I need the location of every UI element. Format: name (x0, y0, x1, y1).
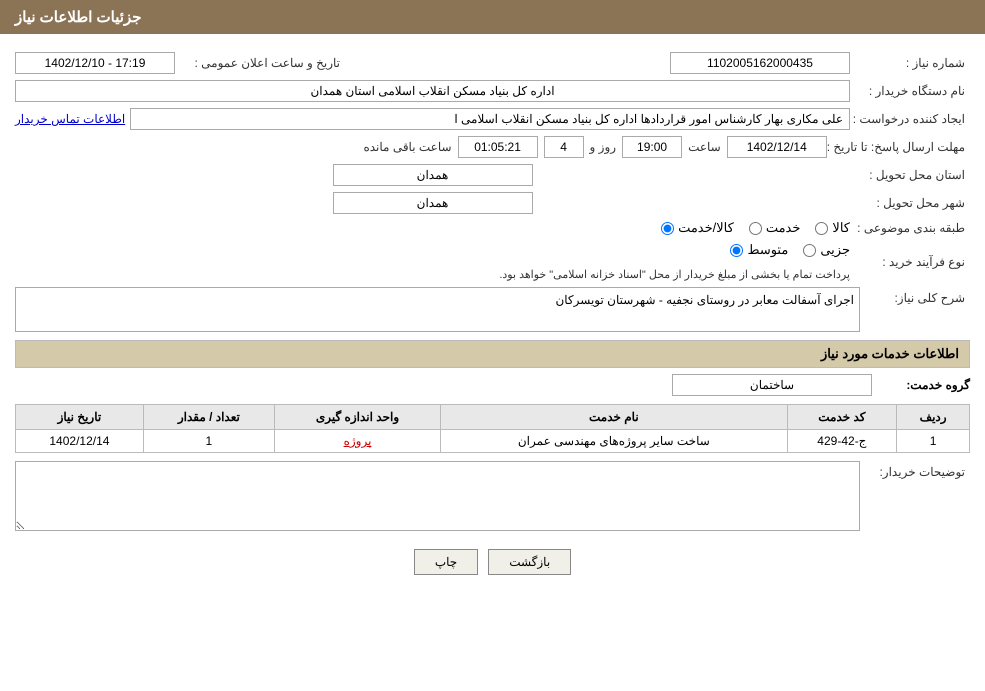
unit-cell: پروژه (274, 430, 440, 453)
category-service-radio[interactable] (749, 222, 762, 235)
page-header: جزئیات اطلاعات نیاز (0, 0, 985, 34)
creator-input[interactable] (130, 108, 850, 130)
need-date-cell: 1402/12/14 (16, 430, 144, 453)
date-input[interactable] (727, 136, 827, 158)
page-title: جزئیات اطلاعات نیاز (15, 9, 142, 26)
action-buttons: بازگشت چاپ (15, 549, 970, 575)
category-label: طبقه بندی موضوعی : (850, 221, 970, 235)
col-service-code: کد خدمت (787, 405, 897, 430)
category-goods-label: کالا (832, 220, 850, 236)
send-deadline-label: مهلت ارسال پاسخ: تا تاریخ : (827, 140, 970, 154)
group-service-input[interactable] (672, 374, 872, 396)
table-row: 1ج-42-429ساخت سایر پروژه‌های مهندسی عمرا… (16, 430, 970, 453)
col-unit: واحد اندازه گیری (274, 405, 440, 430)
services-section-header: اطلاعات خدمات مورد نیاز (15, 340, 970, 368)
category-goods-service-label: کالا/خدمت (678, 220, 734, 236)
category-service-option[interactable]: خدمت (749, 220, 801, 236)
buyer-desc-label: توضیحات خریدار: (860, 465, 970, 479)
purchase-type-label: نوع فرآیند خرید : (850, 255, 970, 269)
back-button[interactable]: بازگشت (488, 549, 571, 575)
purchase-partial-label: جزیی (820, 242, 850, 258)
need-desc-box[interactable]: اجرای آسفالت معابر در روستای نجفیه - شهر… (15, 287, 860, 332)
buyer-org-label: نام دستگاه خریدار : (850, 84, 970, 98)
print-button[interactable]: چاپ (414, 549, 478, 575)
col-row-num: ردیف (897, 405, 970, 430)
category-goods-service-option[interactable]: کالا/خدمت (661, 220, 734, 236)
days-input[interactable] (544, 136, 584, 158)
city-input[interactable] (333, 192, 533, 214)
province-input[interactable] (333, 164, 533, 186)
purchase-medium-radio[interactable] (730, 244, 743, 257)
announcement-label: تاریخ و ساعت اعلان عمومی : (175, 56, 345, 70)
need-desc-label: شرح کلی نیاز: (860, 291, 970, 305)
category-goods-radio[interactable] (815, 222, 828, 235)
remaining-input[interactable] (458, 136, 538, 158)
days-label: روز و (590, 140, 617, 154)
purchase-medium-label: متوسط (747, 242, 788, 258)
row-num-cell: 1 (897, 430, 970, 453)
col-need-date: تاریخ نیاز (16, 405, 144, 430)
purchase-partial-option[interactable]: جزیی (803, 242, 850, 258)
creator-label: ایجاد کننده درخواست : (850, 112, 970, 126)
purchase-partial-radio[interactable] (803, 244, 816, 257)
announcement-input[interactable] (15, 52, 175, 74)
purchase-note: پرداخت تمام یا بخشی از مبلغ خریدار از مح… (499, 268, 850, 281)
service-name-cell: ساخت سایر پروژه‌های مهندسی عمران (441, 430, 787, 453)
city-label: شهر محل تحویل : (850, 196, 970, 210)
services-table: ردیف کد خدمت نام خدمت واحد اندازه گیری ت… (15, 404, 970, 453)
category-service-label: خدمت (766, 220, 801, 236)
service-code-cell: ج-42-429 (787, 430, 897, 453)
category-goods-service-radio[interactable] (661, 222, 674, 235)
creator-contact-link[interactable]: اطلاعات تماس خریدار (15, 112, 125, 126)
purchase-medium-option[interactable]: متوسط (730, 242, 788, 258)
province-label: استان محل تحویل : (850, 168, 970, 182)
time-input[interactable] (622, 136, 682, 158)
col-quantity: تعداد / مقدار (143, 405, 274, 430)
buyer-org-input[interactable] (15, 80, 850, 102)
need-number-label: شماره نیاز : (850, 56, 970, 70)
col-service-name: نام خدمت (441, 405, 787, 430)
group-service-label: گروه خدمت: (880, 378, 970, 392)
category-goods-option[interactable]: کالا (815, 220, 850, 236)
remaining-label: ساعت باقی مانده (363, 140, 451, 154)
need-number-input[interactable] (670, 52, 850, 74)
buyer-desc-textarea[interactable] (15, 461, 860, 531)
quantity-cell: 1 (143, 430, 274, 453)
time-label: ساعت (688, 140, 721, 154)
